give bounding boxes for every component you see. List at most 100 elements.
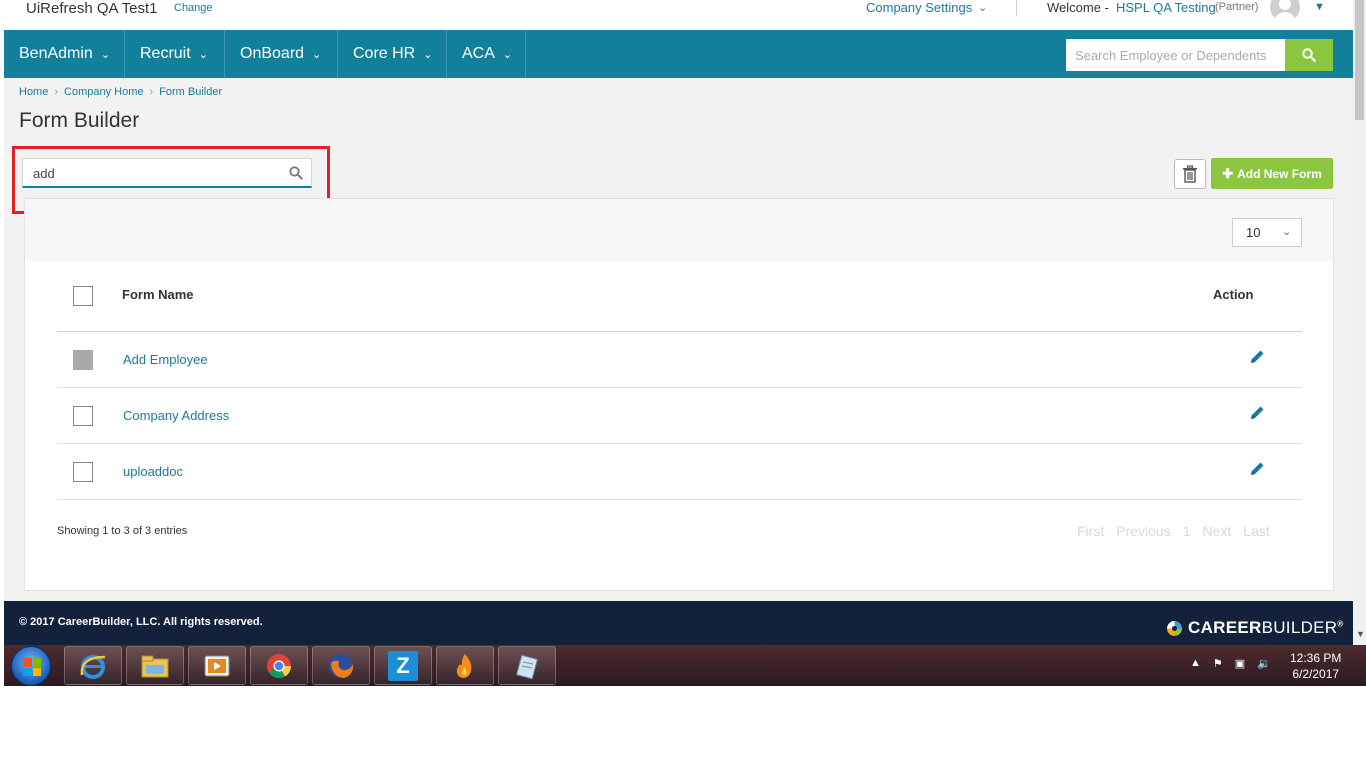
- table-row: Company Address: [57, 388, 1302, 444]
- system-clock[interactable]: 12:36 PM 6/2/2017: [1290, 650, 1341, 682]
- employee-search-button[interactable]: [1285, 39, 1333, 71]
- employee-search-input[interactable]: [1066, 39, 1285, 71]
- network-icon[interactable]: ▣: [1235, 657, 1245, 670]
- flame-icon: [456, 653, 472, 678]
- copyright: © 2017 CareerBuilder, LLC. All rights re…: [19, 616, 263, 628]
- pencil-icon[interactable]: [1248, 348, 1266, 366]
- pencil-icon[interactable]: [1248, 460, 1266, 478]
- welcome-label: Welcome -: [1047, 0, 1109, 15]
- forms-panel: 10 ⌄ Form Name Action Add Employee Compa…: [24, 198, 1334, 591]
- chevron-down-icon: ⌄: [100, 48, 111, 61]
- windows-taskbar: Z ▲ ⚑ ▣ 🔉 12:36 PM 6/2/2017: [4, 645, 1366, 686]
- start-button[interactable]: [11, 646, 51, 686]
- nav-item-label: ACA: [462, 45, 495, 62]
- pencil-icon[interactable]: [1248, 404, 1266, 422]
- company-name: UiRefresh QA Test1: [26, 0, 158, 17]
- logo-text-bold: CAREER: [1188, 618, 1262, 637]
- change-company-link[interactable]: Change: [174, 2, 213, 14]
- logo-text-thin: BUILDER: [1261, 618, 1338, 637]
- logo-registered-mark: ®: [1337, 619, 1344, 629]
- breadcrumb-home[interactable]: Home: [19, 86, 48, 98]
- table-row: uploaddoc: [57, 444, 1302, 500]
- pagination: First Previous 1 Next Last: [1077, 523, 1270, 539]
- breadcrumb: Home › Company Home › Form Builder: [19, 86, 222, 98]
- add-new-form-label: Add New Form: [1237, 166, 1322, 181]
- nav-item-benadmin[interactable]: BenAdmin ⌄: [4, 30, 125, 78]
- flag-icon[interactable]: ⚑: [1213, 657, 1223, 670]
- taskbar-media-player[interactable]: [188, 646, 246, 685]
- form-filter-input[interactable]: [33, 164, 273, 182]
- nav-item-onboard[interactable]: OnBoard ⌄: [225, 30, 338, 78]
- main-nav: BenAdmin ⌄ Recruit ⌄ OnBoard ⌄ Core HR ⌄ ACA…: [4, 30, 1353, 78]
- row-checkbox[interactable]: [73, 350, 93, 370]
- row-checkbox[interactable]: [73, 406, 93, 426]
- scroll-down-arrow-icon[interactable]: ▼: [1356, 629, 1365, 639]
- table-header: Form Name Action: [57, 261, 1302, 332]
- column-header-action: Action: [1213, 287, 1254, 302]
- internet-explorer-icon: [80, 654, 106, 679]
- breadcrumb-form-builder[interactable]: Form Builder: [159, 86, 222, 98]
- form-name-link[interactable]: Add Employee: [123, 352, 208, 367]
- pager-page[interactable]: 1: [1183, 523, 1191, 539]
- trash-icon: [1183, 165, 1197, 183]
- clock-time: 12:36 PM: [1290, 651, 1342, 665]
- taskbar-z-app[interactable]: Z: [374, 646, 432, 685]
- avatar[interactable]: [1270, 0, 1300, 22]
- chevron-right-icon: ›: [54, 86, 59, 98]
- company-settings-menu[interactable]: Company Settings: [866, 0, 972, 15]
- folder-icon: [141, 655, 169, 677]
- entries-info: Showing 1 to 3 of 3 entries: [57, 525, 188, 537]
- windows-logo-icon: [23, 658, 41, 676]
- careerbuilder-logo: CAREERBUILDER®: [1166, 618, 1344, 638]
- form-filter: [22, 158, 312, 188]
- app-window: UiRefresh QA Test1 Change Company Settin…: [4, 0, 1353, 686]
- taskbar-file-explorer[interactable]: [126, 646, 184, 685]
- chevron-down-icon: ⌄: [198, 48, 208, 61]
- divider: [1016, 0, 1017, 16]
- row-checkbox[interactable]: [73, 462, 93, 482]
- search-icon: [1302, 48, 1316, 62]
- media-player-icon: [204, 655, 230, 676]
- breadcrumb-company-home[interactable]: Company Home: [64, 86, 143, 98]
- caret-down-icon[interactable]: ▼: [1314, 1, 1325, 13]
- nav-item-label: BenAdmin: [19, 45, 93, 62]
- chevron-down-icon: ⌄: [502, 48, 513, 61]
- select-all-checkbox[interactable]: [73, 286, 93, 306]
- top-bar: UiRefresh QA Test1 Change Company Settin…: [4, 0, 1353, 30]
- nav-item-aca[interactable]: ACA ⌄: [447, 30, 526, 78]
- taskbar-firefox[interactable]: [312, 646, 370, 685]
- page-scrollbar[interactable]: ▼: [1353, 0, 1366, 645]
- firefox-icon: [329, 653, 354, 678]
- pager-last[interactable]: Last: [1243, 523, 1269, 539]
- footer: © 2017 CareerBuilder, LLC. All rights re…: [4, 601, 1353, 645]
- form-name-link[interactable]: Company Address: [123, 408, 229, 423]
- nav-item-label: OnBoard: [240, 45, 305, 62]
- user-name-link[interactable]: HSPL QA Testing: [1116, 0, 1216, 15]
- pager-previous[interactable]: Previous: [1116, 523, 1170, 539]
- pager-first[interactable]: First: [1077, 523, 1104, 539]
- form-name-link[interactable]: uploaddoc: [123, 464, 183, 479]
- z-app-icon: Z: [388, 650, 418, 681]
- chevron-down-icon[interactable]: ⌄: [978, 1, 987, 14]
- page-title: Form Builder: [19, 109, 140, 132]
- panel-header: 10 ⌄: [25, 199, 1333, 261]
- volume-icon[interactable]: 🔉: [1257, 657, 1271, 670]
- scrollbar-thumb[interactable]: [1355, 0, 1364, 120]
- taskbar-chrome[interactable]: [250, 646, 308, 685]
- taskbar-flame-app[interactable]: [436, 646, 494, 685]
- tray-expand-icon[interactable]: ▲: [1190, 657, 1201, 670]
- pager-next[interactable]: Next: [1202, 523, 1231, 539]
- chevron-down-icon: ⌄: [312, 48, 322, 61]
- delete-button[interactable]: [1174, 159, 1206, 189]
- careerbuilder-mark-icon: [1167, 620, 1182, 636]
- taskbar-notepad-app[interactable]: [498, 646, 556, 685]
- add-new-form-button[interactable]: ✚ Add New Form: [1211, 158, 1333, 189]
- nav-item-core-hr[interactable]: Core HR ⌄: [338, 30, 447, 78]
- page-size-select[interactable]: 10 ⌄: [1232, 218, 1302, 247]
- user-role: (Partner): [1215, 1, 1259, 13]
- column-header-form-name[interactable]: Form Name: [122, 287, 194, 302]
- search-icon[interactable]: [289, 166, 303, 180]
- nav-item-recruit[interactable]: Recruit ⌄: [125, 30, 225, 78]
- taskbar-internet-explorer[interactable]: [64, 646, 122, 685]
- page-size-value: 10: [1246, 225, 1261, 240]
